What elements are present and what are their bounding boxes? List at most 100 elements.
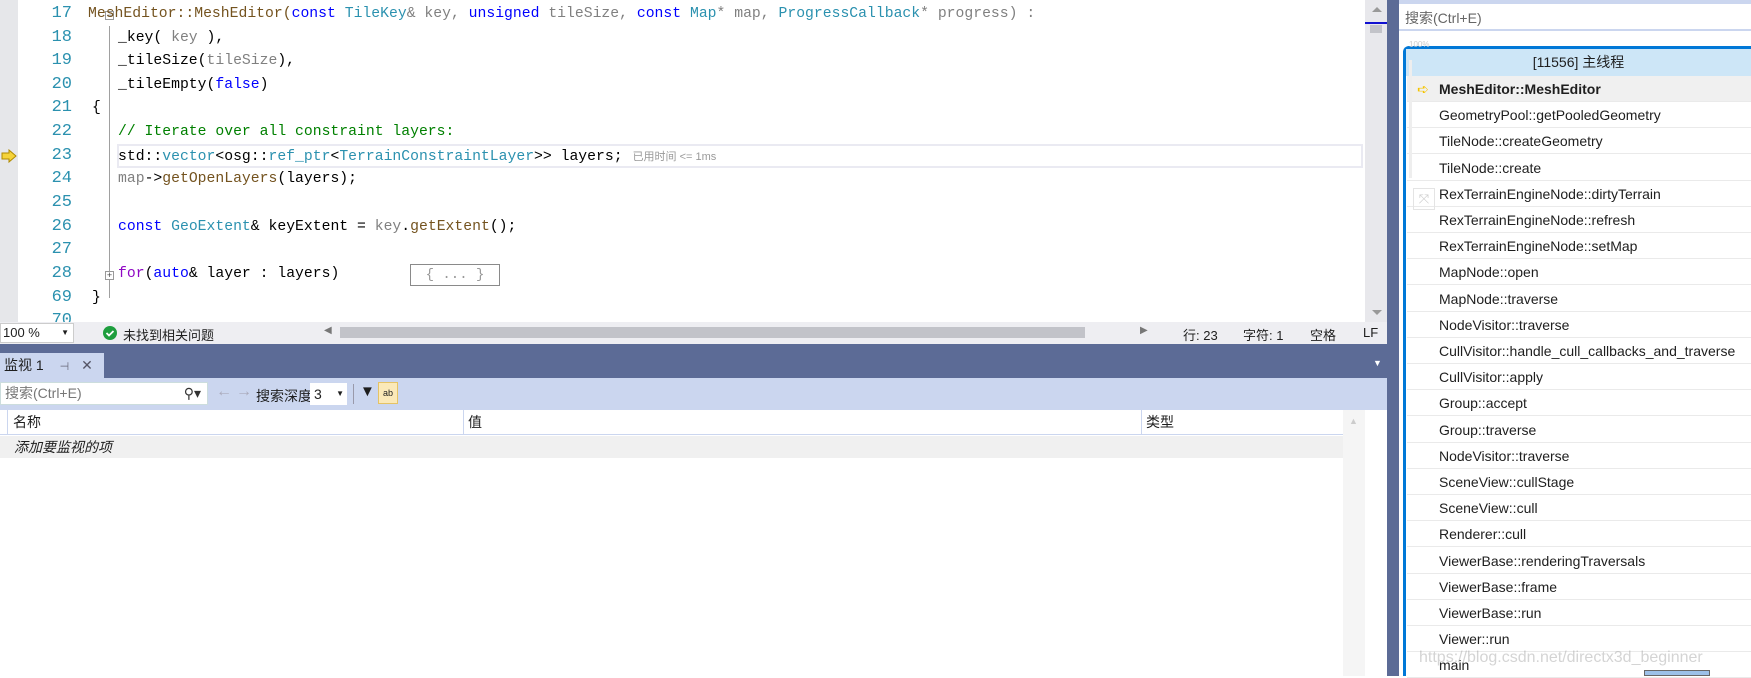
code-editor[interactable]: 17 18 19 20 21 22 23 24 25 26 27 28 69 70 − + MeshEdi… xyxy=(0,0,1365,322)
call-stack-frame[interactable]: Renderer::cull xyxy=(1407,521,1751,548)
pin-icon[interactable]: ⊣ xyxy=(60,361,70,373)
code-line-23: std::vector<osg::ref_ptr<TerrainConstrai… xyxy=(118,149,717,165)
frame-label: RexTerrainEngineNode::setMap xyxy=(1439,238,1638,255)
collapsed-block[interactable]: { ... } xyxy=(410,264,500,286)
search-icon[interactable]: ⚲▾ xyxy=(184,383,201,404)
call-stack-frame[interactable]: TileNode::create xyxy=(1407,155,1751,181)
call-stack-frame[interactable]: ViewerBase::run xyxy=(1407,600,1751,626)
call-stack-frame[interactable]: SceneView::cull xyxy=(1407,495,1751,522)
whitespace-indicator[interactable]: 空格 xyxy=(1310,325,1336,344)
add-watch-item-row[interactable]: 添加要监视的项 xyxy=(0,436,1365,458)
view-hex-toggle-icon[interactable]: ab xyxy=(378,382,398,404)
zoom-dropdown[interactable]: 100 % ▼ xyxy=(0,323,74,343)
line-number: 23 xyxy=(51,146,72,165)
column-header-value[interactable]: 值 xyxy=(463,410,1141,435)
call-stack-frame[interactable]: SceneView::cullStage xyxy=(1407,469,1751,495)
call-stack-frame[interactable]: RexTerrainEngineNode::setMap xyxy=(1407,233,1751,260)
call-stack-frame[interactable]: NodeVisitor::traverse xyxy=(1407,312,1751,338)
frame-label: Group::accept xyxy=(1439,395,1527,412)
toolbar-separator xyxy=(353,384,354,404)
frame-label: NodeVisitor::traverse xyxy=(1439,316,1570,333)
callstack-search-input[interactable]: 搜索(Ctrl+E) xyxy=(1399,5,1751,31)
call-stack-frame[interactable]: Group::traverse xyxy=(1407,417,1751,443)
line-number: 17 xyxy=(51,4,72,23)
eol-indicator[interactable]: LF xyxy=(1363,325,1378,340)
thread-header[interactable]: [11556] 主线程 xyxy=(1406,49,1751,76)
editor-vertical-scrollbar[interactable] xyxy=(1365,0,1387,322)
code-line-21: { xyxy=(92,100,101,116)
frame-label: Group::traverse xyxy=(1439,421,1537,438)
close-icon[interactable]: ✕ xyxy=(81,357,93,373)
scroll-up-icon[interactable] xyxy=(1372,7,1382,12)
grid-header: 名称 值 类型 xyxy=(0,410,1365,435)
call-stack-frame[interactable]: Group::accept xyxy=(1407,390,1751,417)
frame-label: Viewer::run xyxy=(1439,631,1510,648)
frame-label: ViewerBase::renderingTraversals xyxy=(1439,552,1646,569)
minimap-thumbnail[interactable] xyxy=(1644,670,1710,676)
frame-label: CullVisitor::handle_cull_callbacks_and_t… xyxy=(1439,343,1736,359)
frame-label: GeometryPool::getPooledGeometry xyxy=(1439,107,1661,124)
code-line-28: for(auto& layer : layers) xyxy=(118,266,340,282)
search-back-icon[interactable]: ← xyxy=(216,383,232,401)
frame-label: CullVisitor::apply xyxy=(1439,369,1544,386)
call-stack-frame[interactable]: CullVisitor::apply xyxy=(1407,364,1751,391)
horizontal-scroll-thumb[interactable] xyxy=(340,327,1085,338)
scroll-left-icon[interactable]: ◀ xyxy=(324,325,332,336)
chevron-down-icon: ▼ xyxy=(61,328,69,337)
call-stack-frame[interactable]: MapNode::traverse xyxy=(1407,286,1751,312)
scroll-down-icon[interactable] xyxy=(1372,310,1382,315)
watch-vertical-scrollbar[interactable]: ▲ xyxy=(1343,410,1365,676)
check-circle-icon xyxy=(103,326,117,340)
expand-toggle[interactable]: + xyxy=(105,271,114,280)
zoom-slider[interactable] xyxy=(1409,60,1412,178)
frame-label: SceneView::cullStage xyxy=(1439,474,1575,490)
panel-divider[interactable] xyxy=(1387,0,1399,676)
window-menu-chevron-icon[interactable]: ▼ xyxy=(1373,358,1382,368)
scroll-thumb[interactable] xyxy=(1370,25,1382,33)
frame-label: MapNode::open xyxy=(1439,264,1539,281)
watch-search-input[interactable]: 搜索(Ctrl+E) ⚲▾ xyxy=(0,382,208,405)
column-header-name[interactable]: 名称 xyxy=(7,410,463,435)
line-number: 25 xyxy=(51,193,72,212)
frame-label: RexTerrainEngineNode::refresh xyxy=(1439,212,1636,228)
line-number: 27 xyxy=(51,240,72,259)
call-stack-frame[interactable]: RexTerrainEngineNode::dirtyTerrain xyxy=(1407,181,1751,207)
issues-status[interactable]: 未找到相关问题 xyxy=(123,325,214,344)
watch-grid: 名称 值 类型 添加要监视的项 ▲ xyxy=(0,410,1365,676)
search-depth-label: 搜索深度: xyxy=(256,388,316,404)
line-number: 20 xyxy=(51,75,72,94)
call-stack-frame[interactable]: MapNode::open xyxy=(1407,259,1751,286)
line-number: 22 xyxy=(51,122,72,141)
scroll-right-icon[interactable]: ▶ xyxy=(1140,325,1148,336)
code-line-22: // Iterate over all constraint layers: xyxy=(118,124,455,140)
tool-window-tabstrip: ▼ xyxy=(0,344,1387,378)
line-number: 21 xyxy=(51,98,72,117)
search-depth-dropdown[interactable]: 3 ▼ xyxy=(310,383,347,405)
tab-label: 监视 1 xyxy=(4,357,44,373)
line-number: 18 xyxy=(51,28,72,47)
pin-filter-icon[interactable]: ▼ xyxy=(360,383,375,400)
call-stack-frame[interactable]: ViewerBase::frame xyxy=(1407,574,1751,600)
line-indicator[interactable]: 行: 23 xyxy=(1183,325,1218,344)
column-header-type[interactable]: 类型 xyxy=(1141,410,1341,435)
line-number: 70 xyxy=(51,311,72,322)
tab-watch-1[interactable]: 监视 1 ⊣ ✕ xyxy=(0,353,104,378)
call-stack-frame[interactable]: ViewerBase::renderingTraversals xyxy=(1407,548,1751,574)
call-stack-frame[interactable]: CullVisitor::handle_cull_callbacks_and_t… xyxy=(1407,338,1751,364)
frame-label: RexTerrainEngineNode::dirtyTerrain xyxy=(1439,185,1661,202)
line-number: 69 xyxy=(51,288,72,307)
elapsed-time-hint[interactable]: 已用时间 <= 1ms xyxy=(633,151,717,163)
scroll-up-icon[interactable]: ▲ xyxy=(1349,416,1358,426)
call-stack-frame[interactable]: NodeVisitor::traverse xyxy=(1407,443,1751,469)
code-line-24: map->getOpenLayers(layers); xyxy=(118,171,358,187)
char-indicator[interactable]: 字符: 1 xyxy=(1243,325,1283,344)
call-stack-frame[interactable]: RexTerrainEngineNode::refresh xyxy=(1407,207,1751,233)
call-stack-frame[interactable]: GeometryPool::getPooledGeometry xyxy=(1407,102,1751,129)
call-stack-frame[interactable]: ➪ MeshEditor::MeshEditor xyxy=(1407,76,1751,102)
fit-to-view-icon[interactable]: ⤧ xyxy=(1413,188,1435,210)
call-stack-panel: 搜索(Ctrl+E) [11556] 主线程 ➪ MeshEditor::Mesh… xyxy=(1399,0,1751,678)
call-stack-frame[interactable]: TileNode::createGeometry xyxy=(1407,128,1751,155)
search-forward-icon[interactable]: → xyxy=(236,383,252,401)
zoom-slider-label: 100% xyxy=(1409,40,1430,49)
outline-line xyxy=(109,26,110,298)
